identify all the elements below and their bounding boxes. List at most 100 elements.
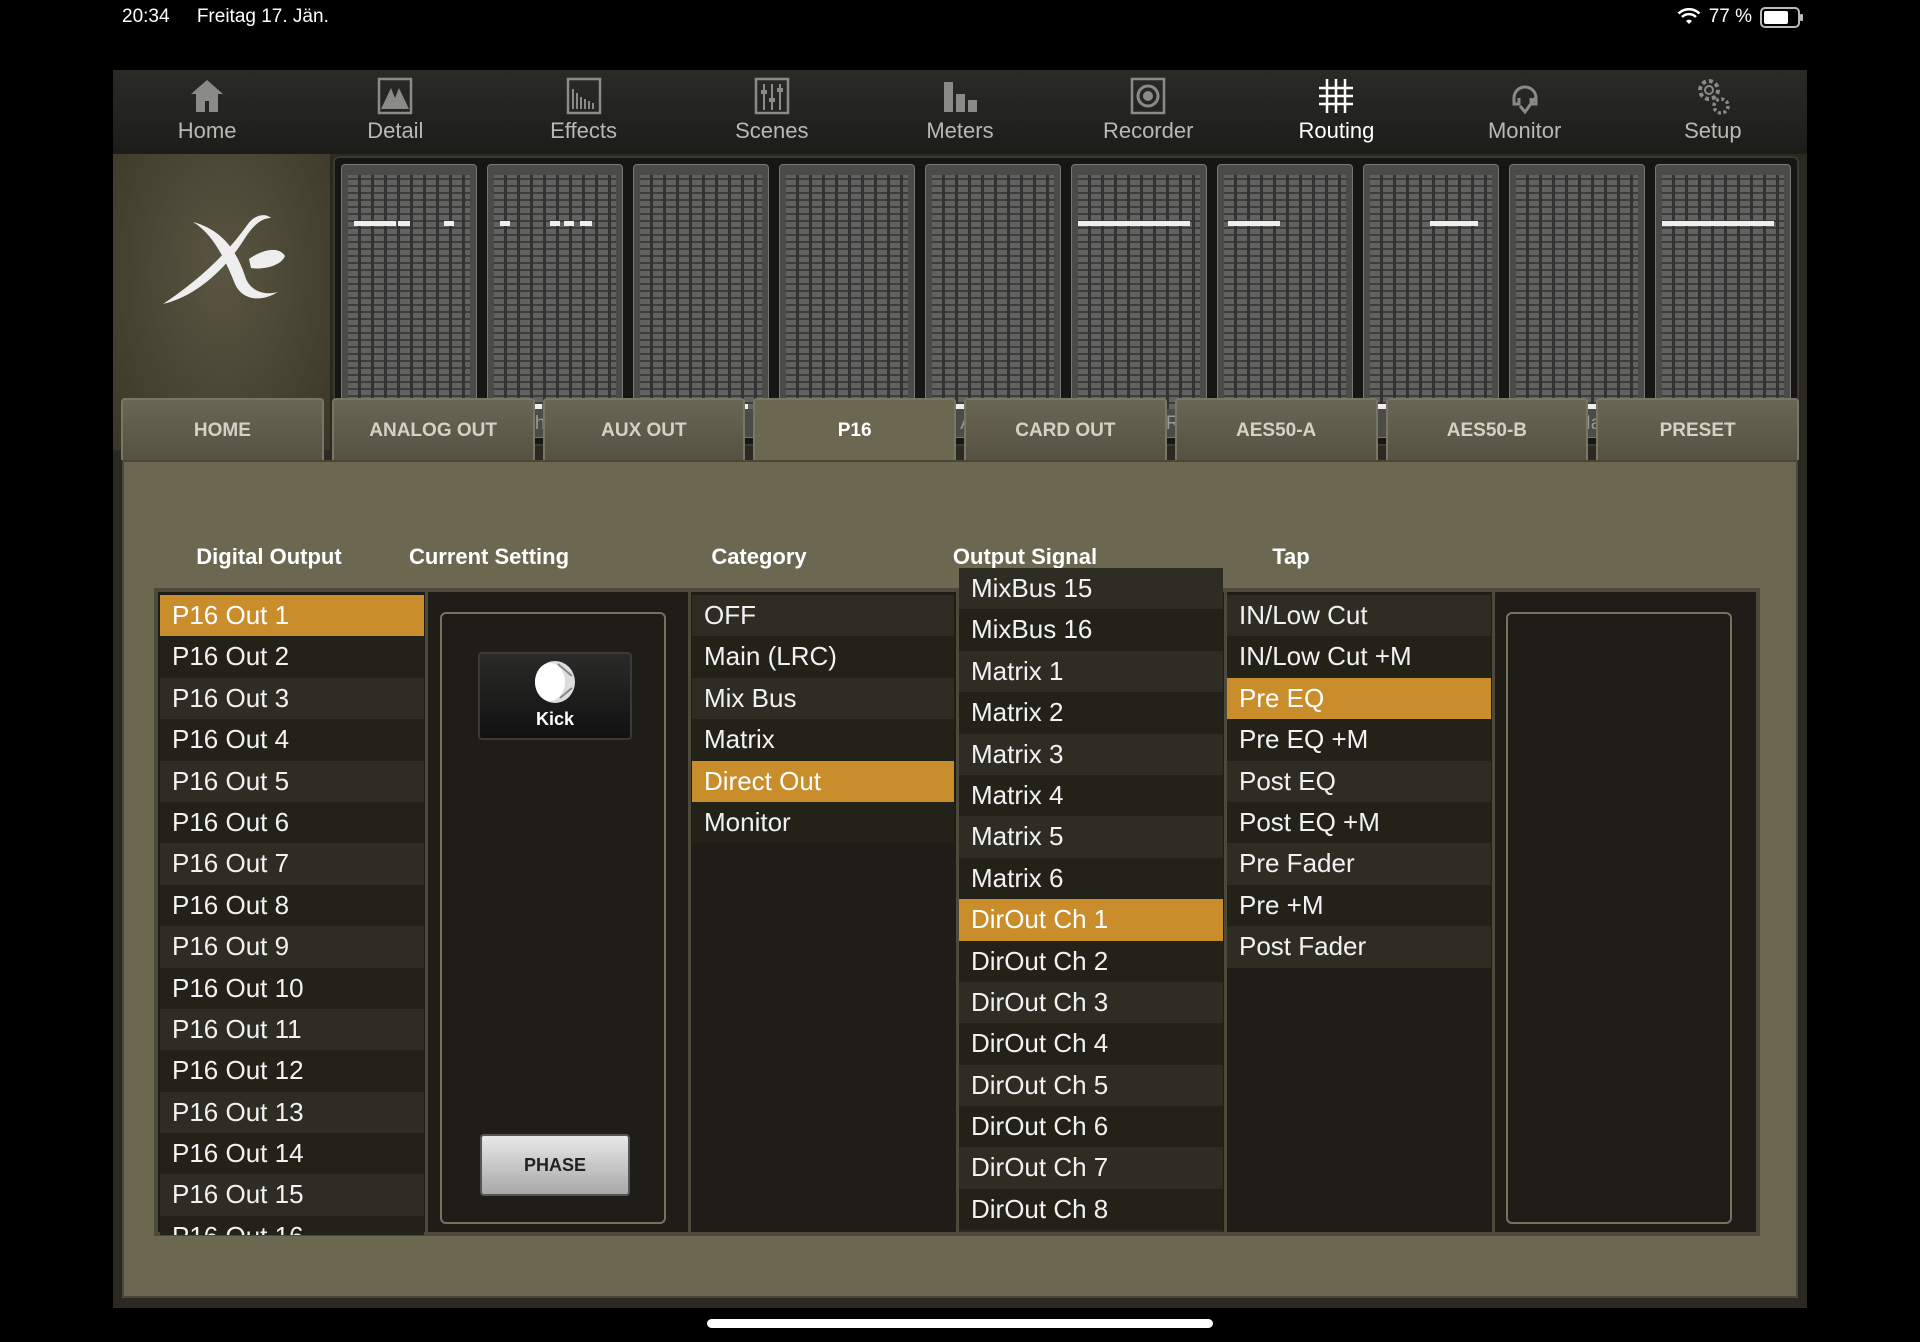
meter-mtx-main[interactable]: Mtx-Main bbox=[1509, 164, 1645, 438]
header-digital-output: Digital Output bbox=[196, 544, 342, 569]
meter-bars bbox=[640, 175, 762, 409]
digital-output-item[interactable]: P16 Out 9 bbox=[160, 926, 424, 968]
tab-aes50-b[interactable]: AES50-B bbox=[1385, 398, 1589, 460]
digital-output-item[interactable]: P16 Out 5 bbox=[160, 760, 424, 802]
digital-output-item[interactable]: P16 Out 16 bbox=[160, 1215, 424, 1235]
tap-item[interactable]: Pre EQ bbox=[1227, 677, 1491, 720]
header-output-signal: Output Signal bbox=[952, 544, 1098, 569]
tab-aes50-a[interactable]: AES50-A bbox=[1174, 398, 1378, 460]
output-signal-item[interactable]: Matrix 1 bbox=[959, 650, 1223, 693]
effects-icon bbox=[565, 76, 603, 116]
gear-icon bbox=[1694, 76, 1732, 116]
tab-home[interactable]: HOME bbox=[121, 398, 324, 460]
tap-item[interactable]: Pre EQ +M bbox=[1227, 719, 1491, 761]
category-item[interactable]: Matrix bbox=[692, 719, 954, 761]
output-signal-item[interactable]: DirOut Ch 4 bbox=[959, 1023, 1223, 1065]
header-tap: Tap bbox=[1272, 544, 1310, 569]
output-signal-item[interactable]: Matrix 2 bbox=[959, 692, 1223, 734]
tap-item[interactable]: Post Fader bbox=[1227, 926, 1491, 968]
tap-item[interactable]: Pre +M bbox=[1227, 884, 1491, 927]
kick-drum-icon bbox=[535, 661, 575, 703]
nav-routing[interactable]: Routing bbox=[1242, 70, 1430, 154]
digital-output-item[interactable]: P16 Out 10 bbox=[160, 967, 424, 1009]
meter-dca-1-8[interactable]: DCA 1-8 bbox=[1655, 164, 1791, 438]
wifi-icon bbox=[1677, 8, 1701, 24]
tap-item[interactable]: Post EQ bbox=[1227, 760, 1491, 802]
output-signal-item[interactable]: MixBus 16 bbox=[959, 609, 1223, 651]
meter-ch-9-16[interactable]: Ch 9-16 bbox=[487, 164, 623, 438]
tap-item[interactable]: Post EQ +M bbox=[1227, 801, 1491, 844]
home-indicator[interactable] bbox=[707, 1319, 1213, 1328]
nav-detail[interactable]: Detail bbox=[301, 70, 489, 154]
header-current-setting: Current Setting bbox=[408, 544, 570, 569]
digital-output-item[interactable]: P16 Out 7 bbox=[160, 843, 424, 885]
digital-output-item[interactable]: P16 Out 11 bbox=[160, 1008, 424, 1051]
output-signal-item[interactable]: Matrix 4 bbox=[959, 774, 1223, 817]
category-item[interactable]: Mix Bus bbox=[692, 677, 954, 720]
category-item[interactable]: OFF bbox=[692, 595, 954, 637]
meter-ch-1-8[interactable]: Ch 1-8 bbox=[341, 164, 477, 438]
output-signal-item[interactable]: DirOut Ch 9 bbox=[959, 1230, 1223, 1232]
digital-output-item[interactable]: P16 Out 12 bbox=[160, 1050, 424, 1092]
digital-output-item[interactable]: P16 Out 13 bbox=[160, 1091, 424, 1134]
output-signal-item[interactable]: DirOut Ch 8 bbox=[959, 1188, 1223, 1231]
meter-ch-17-24[interactable]: Ch 17-24 bbox=[633, 164, 769, 438]
output-signal-item[interactable]: Matrix 3 bbox=[959, 733, 1223, 775]
output-signal-item[interactable]: Matrix 5 bbox=[959, 816, 1223, 858]
nav-meters[interactable]: Meters bbox=[866, 70, 1054, 154]
status-date: Freitag 17. Jän. bbox=[196, 6, 329, 27]
header-category: Category bbox=[711, 544, 807, 569]
output-signal-item[interactable]: Matrix 6 bbox=[959, 857, 1223, 900]
meter-bars bbox=[1516, 175, 1638, 409]
nav-monitor[interactable]: Monitor bbox=[1431, 70, 1619, 154]
output-signal-item[interactable]: DirOut Ch 5 bbox=[959, 1064, 1223, 1107]
output-signal-item[interactable]: MixBus 15 bbox=[959, 568, 1223, 610]
output-signal-item[interactable]: DirOut Ch 3 bbox=[959, 981, 1223, 1024]
output-signal-item[interactable]: DirOut Ch 1 bbox=[959, 899, 1223, 941]
tap-item[interactable]: Pre Fader bbox=[1227, 843, 1491, 885]
tab-analog-out[interactable]: ANALOG OUT bbox=[331, 398, 535, 460]
monitor-icon bbox=[1506, 76, 1544, 116]
tab-preset[interactable]: PRESET bbox=[1596, 398, 1799, 460]
nav-scenes[interactable]: Scenes bbox=[678, 70, 866, 154]
category-item[interactable]: Main (LRC) bbox=[692, 636, 954, 678]
meters-icon bbox=[941, 76, 979, 116]
meter-ch-25-32[interactable]: Ch 25-32 bbox=[779, 164, 915, 438]
tab-card-out[interactable]: CARD OUT bbox=[964, 398, 1167, 460]
digital-output-item[interactable]: P16 Out 2 bbox=[160, 636, 424, 678]
category-list[interactable]: OFF Main (LRC) Mix Bus Matrix Direct Out Moni… bbox=[692, 595, 954, 1235]
tab-p16[interactable]: P16 bbox=[753, 398, 956, 464]
nav-setup[interactable]: Setup bbox=[1619, 70, 1807, 154]
digital-output-item[interactable]: P16 Out 1 bbox=[160, 595, 424, 637]
meter-bars bbox=[348, 175, 470, 409]
output-signal-item[interactable]: DirOut Ch 6 bbox=[959, 1106, 1223, 1148]
meter-bus-1-8[interactable]: Bus 1-8 bbox=[1217, 164, 1353, 438]
category-item[interactable]: Monitor bbox=[692, 801, 954, 844]
divider bbox=[688, 592, 691, 1232]
digital-output-item[interactable]: P16 Out 3 bbox=[160, 677, 424, 720]
tap-item[interactable]: IN/Low Cut bbox=[1227, 595, 1491, 637]
nav-effects[interactable]: Effects bbox=[489, 70, 677, 154]
nav-recorder[interactable]: Recorder bbox=[1054, 70, 1242, 154]
category-item[interactable]: Direct Out bbox=[692, 760, 954, 802]
meter-fx-1l-4r[interactable]: FX 1L-4R bbox=[1071, 164, 1207, 438]
nav-home[interactable]: Home bbox=[113, 70, 301, 154]
digital-output-item[interactable]: P16 Out 15 bbox=[160, 1174, 424, 1216]
output-signal-item[interactable]: DirOut Ch 7 bbox=[959, 1147, 1223, 1189]
tab-aux-out[interactable]: AUX OUT bbox=[542, 398, 746, 460]
meter-aux-1-8[interactable]: Aux 1-8 bbox=[925, 164, 1061, 438]
meter-bus-9-16[interactable]: Bus 9-16 bbox=[1363, 164, 1499, 438]
source-button[interactable]: Kick bbox=[478, 652, 632, 740]
x-logo-icon bbox=[163, 215, 285, 304]
house-icon bbox=[188, 76, 226, 116]
tap-list[interactable]: IN/Low Cut IN/Low Cut +M Pre EQ Pre EQ +M Po… bbox=[1227, 595, 1491, 1235]
output-signal-list[interactable]: MixBus 15 MixBus 16 Matrix 1 Matrix 2 Matrix… bbox=[959, 568, 1223, 1232]
digital-output-item[interactable]: P16 Out 14 bbox=[160, 1133, 424, 1175]
output-signal-item[interactable]: DirOut Ch 2 bbox=[959, 940, 1223, 982]
digital-output-item[interactable]: P16 Out 8 bbox=[160, 884, 424, 927]
digital-output-list[interactable]: P16 Out 1 P16 Out 2 P16 Out 3 P16 Out 4 P16 … bbox=[160, 595, 424, 1235]
digital-output-item[interactable]: P16 Out 6 bbox=[160, 801, 424, 844]
digital-output-item[interactable]: P16 Out 4 bbox=[160, 719, 424, 761]
phase-button[interactable]: PHASE bbox=[480, 1134, 630, 1196]
tap-item[interactable]: IN/Low Cut +M bbox=[1227, 636, 1491, 678]
